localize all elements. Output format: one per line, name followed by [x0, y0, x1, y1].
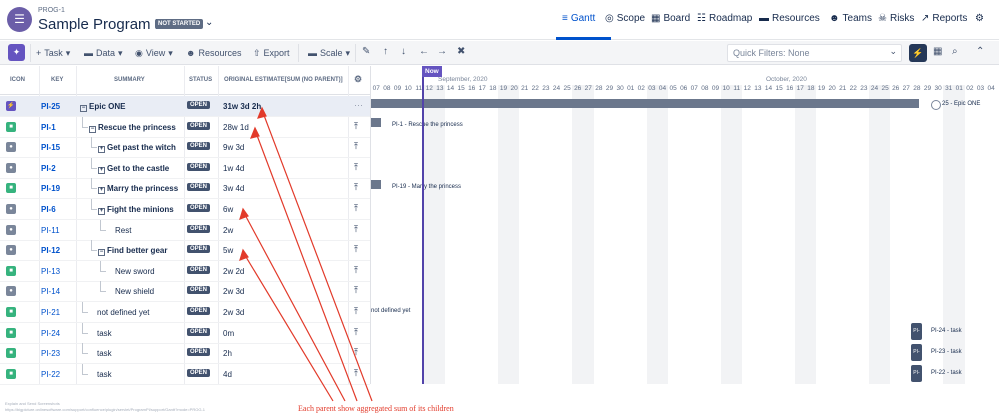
annotation-arrow — [261, 109, 373, 402]
arrowhead — [257, 106, 267, 119]
arrowhead — [250, 126, 260, 139]
annotation-arrow — [242, 251, 334, 402]
annotation-arrow — [254, 129, 358, 402]
footer-url[interactable]: https://bigpicture.onlinesoftware.com/su… — [5, 407, 205, 412]
annotation-arrow — [242, 210, 346, 402]
annotation-arrows — [239, 106, 373, 402]
footer-line: Explain and Send Screenshots — [5, 401, 60, 406]
